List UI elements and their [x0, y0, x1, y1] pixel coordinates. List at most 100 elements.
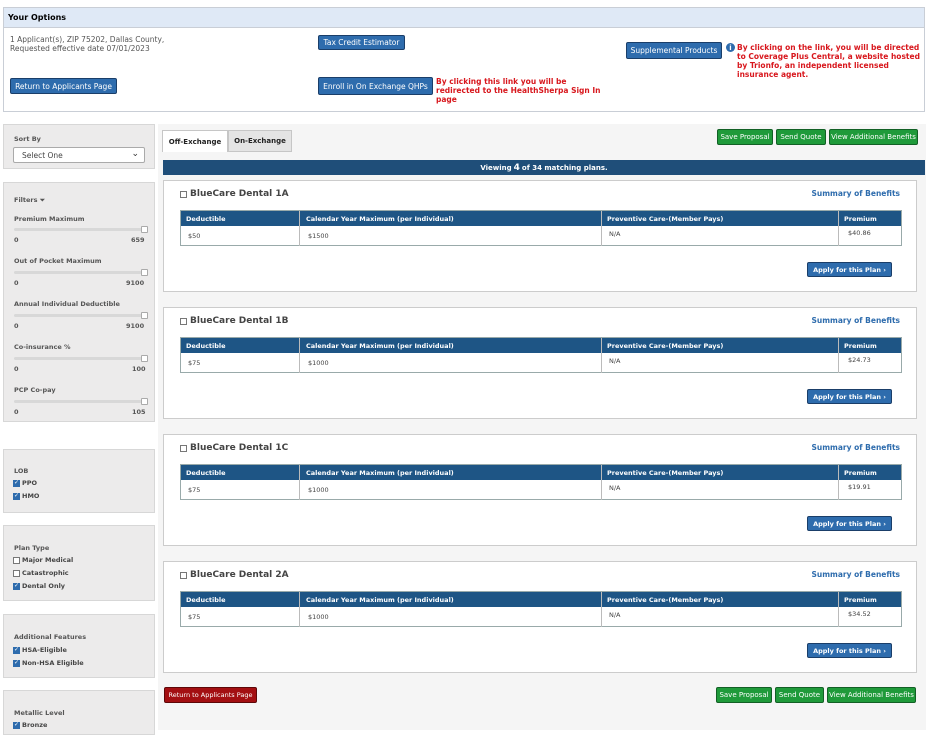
sort-by-select[interactable]: Select One ⌄	[13, 147, 145, 163]
save-proposal-button[interactable]: Save Proposal	[717, 129, 773, 145]
cell-preventive: N/A	[609, 357, 621, 365]
coinsurance-slider-handle[interactable]	[141, 355, 148, 362]
plan-table-header	[181, 465, 901, 480]
viewing-prefix: Viewing	[480, 163, 512, 172]
return-to-applicants-bottom-button[interactable]: Return to Applicants Page	[164, 687, 257, 703]
metallic-bronze-option[interactable]: ✓ Bronze	[13, 721, 47, 729]
pcp-slider-handle[interactable]	[141, 398, 148, 405]
applicant-line-1: 1 Applicant(s), ZIP 75202, Dallas County…	[10, 35, 165, 44]
header-preventive: Preventive Care-(Member Pays)	[607, 469, 724, 477]
oop-slider-handle[interactable]	[141, 269, 148, 276]
pcp-slider[interactable]	[14, 400, 147, 403]
coinsurance-slider[interactable]	[14, 357, 147, 360]
additional-features-box: Additional Features ✓ HSA-Eligible ✓ Non-H…	[3, 614, 155, 678]
oop-slider[interactable]	[14, 271, 147, 274]
plan-title[interactable]: BlueCare Dental 1B	[180, 316, 289, 326]
deductible-slider-handle[interactable]	[141, 312, 148, 319]
header-calendar-max: Calendar Year Maximum (per Individual)	[306, 342, 454, 350]
cell-calendar-max: $1500	[308, 232, 329, 240]
supplemental-products-button[interactable]: Supplemental Products	[626, 42, 722, 59]
header-calendar-max: Calendar Year Maximum (per Individual)	[306, 469, 454, 477]
lob-option-hmo[interactable]: ✓ HMO	[13, 492, 39, 500]
non-hsa-eligible-option[interactable]: ✓ Non-HSA Eligible	[13, 659, 84, 667]
plan-title[interactable]: BlueCare Dental 2A	[180, 570, 289, 580]
view-additional-benefits-bottom-button[interactable]: View Additional Benefits	[827, 687, 916, 703]
cell-premium: $19.91	[848, 483, 871, 491]
plan-type-dental-only[interactable]: ✓ Dental Only	[13, 582, 65, 590]
summary-of-benefits-link[interactable]: Summary of Benefits	[812, 570, 901, 579]
lob-title: LOB	[14, 467, 29, 475]
header-preventive: Preventive Care-(Member Pays)	[607, 596, 724, 604]
summary-of-benefits-link[interactable]: Summary of Benefits	[812, 316, 901, 325]
apply-for-plan-button[interactable]: Apply for this Plan ›	[807, 262, 892, 277]
column-divider	[838, 592, 839, 627]
premium-slider-handle[interactable]	[141, 226, 148, 233]
slider-label-pcp: PCP Co-pay	[14, 386, 56, 394]
hsa-eligible-option[interactable]: ✓ HSA-Eligible	[13, 646, 67, 654]
checkbox-icon[interactable]	[13, 569, 20, 577]
oop-max: 9100	[126, 279, 145, 287]
plan-table: Deductible Calendar Year Maximum (per In…	[180, 591, 902, 627]
sort-by-box: Sort By Select One ⌄	[3, 124, 155, 169]
checkbox-icon[interactable]: ✓	[13, 479, 20, 487]
summary-of-benefits-link[interactable]: Summary of Benefits	[812, 189, 901, 198]
metallic-level-box: Metallic Level ✓ Bronze	[3, 690, 155, 735]
pcp-min: 0	[14, 408, 19, 416]
header-preventive: Preventive Care-(Member Pays)	[607, 342, 724, 350]
tax-credit-estimator-button[interactable]: Tax Credit Estimator	[318, 35, 405, 50]
apply-for-plan-button[interactable]: Apply for this Plan ›	[807, 389, 892, 404]
header-deductible: Deductible	[186, 596, 226, 604]
column-divider	[601, 592, 602, 627]
cell-deductible: $50	[188, 232, 201, 240]
checkbox-icon[interactable]	[180, 317, 187, 325]
premium-slider[interactable]	[14, 228, 147, 231]
tab-off-exchange[interactable]: Off-Exchange	[162, 130, 228, 152]
cell-deductible: $75	[188, 359, 201, 367]
sort-by-value: Select One	[22, 151, 63, 160]
column-divider	[601, 211, 602, 246]
checkbox-icon[interactable]: ✓	[13, 582, 20, 590]
applicant-line-2: Requested effective date 07/01/2023	[10, 44, 150, 53]
deductible-slider[interactable]	[14, 314, 147, 317]
slider-label-premium: Premium Maximum	[14, 215, 85, 223]
premium-max: 659	[131, 236, 145, 244]
plan-type-catastrophic[interactable]: Catastrophic	[13, 569, 69, 577]
checkbox-icon[interactable]	[180, 190, 187, 198]
return-to-applicants-button[interactable]: Return to Applicants Page	[10, 78, 117, 94]
apply-for-plan-button[interactable]: Apply for this Plan ›	[807, 643, 892, 658]
plan-card: BlueCare Dental 1A Summary of Benefits D…	[163, 180, 917, 292]
checkbox-icon[interactable]: ✓	[13, 492, 20, 500]
checkbox-icon[interactable]: ✓	[13, 646, 20, 654]
applicant-info: 1 Applicant(s), ZIP 75202, Dallas County…	[10, 35, 210, 53]
plan-card: BlueCare Dental 1B Summary of Benefits D…	[163, 307, 917, 419]
additional-features-title: Additional Features	[14, 633, 87, 641]
checkbox-icon[interactable]: ✓	[13, 721, 20, 729]
plan-title[interactable]: BlueCare Dental 1C	[180, 443, 288, 453]
view-additional-benefits-button[interactable]: View Additional Benefits	[829, 129, 918, 145]
send-quote-button[interactable]: Send Quote	[776, 129, 826, 145]
send-quote-bottom-button[interactable]: Send Quote	[775, 687, 824, 703]
plan-type-major-medical[interactable]: Major Medical	[13, 556, 73, 564]
checkbox-icon[interactable]	[13, 556, 20, 564]
cell-premium: $24.73	[848, 356, 871, 364]
plan-table-header	[181, 592, 901, 607]
summary-of-benefits-link[interactable]: Summary of Benefits	[812, 443, 901, 452]
plan-title[interactable]: BlueCare Dental 1A	[180, 189, 289, 199]
tab-on-exchange[interactable]: On-Exchange	[228, 130, 292, 152]
column-divider	[299, 465, 300, 500]
header-premium: Premium	[844, 342, 877, 350]
pcp-max: 105	[132, 408, 146, 416]
save-proposal-bottom-button[interactable]: Save Proposal	[716, 687, 772, 703]
checkbox-icon[interactable]	[180, 571, 187, 579]
checkbox-icon[interactable]: ✓	[13, 659, 20, 667]
header-calendar-max: Calendar Year Maximum (per Individual)	[306, 596, 454, 604]
plan-type-title: Plan Type	[14, 544, 50, 552]
cell-deductible: $75	[188, 613, 201, 621]
lob-option-ppo[interactable]: ✓ PPO	[13, 479, 37, 487]
enroll-on-exchange-button[interactable]: Enroll in On Exchange QHPs	[318, 77, 433, 95]
options-header: Your Options	[4, 8, 924, 28]
apply-for-plan-button[interactable]: Apply for this Plan ›	[807, 516, 892, 531]
checkbox-icon[interactable]	[180, 444, 187, 452]
header-calendar-max: Calendar Year Maximum (per Individual)	[306, 215, 454, 223]
column-divider	[838, 211, 839, 246]
